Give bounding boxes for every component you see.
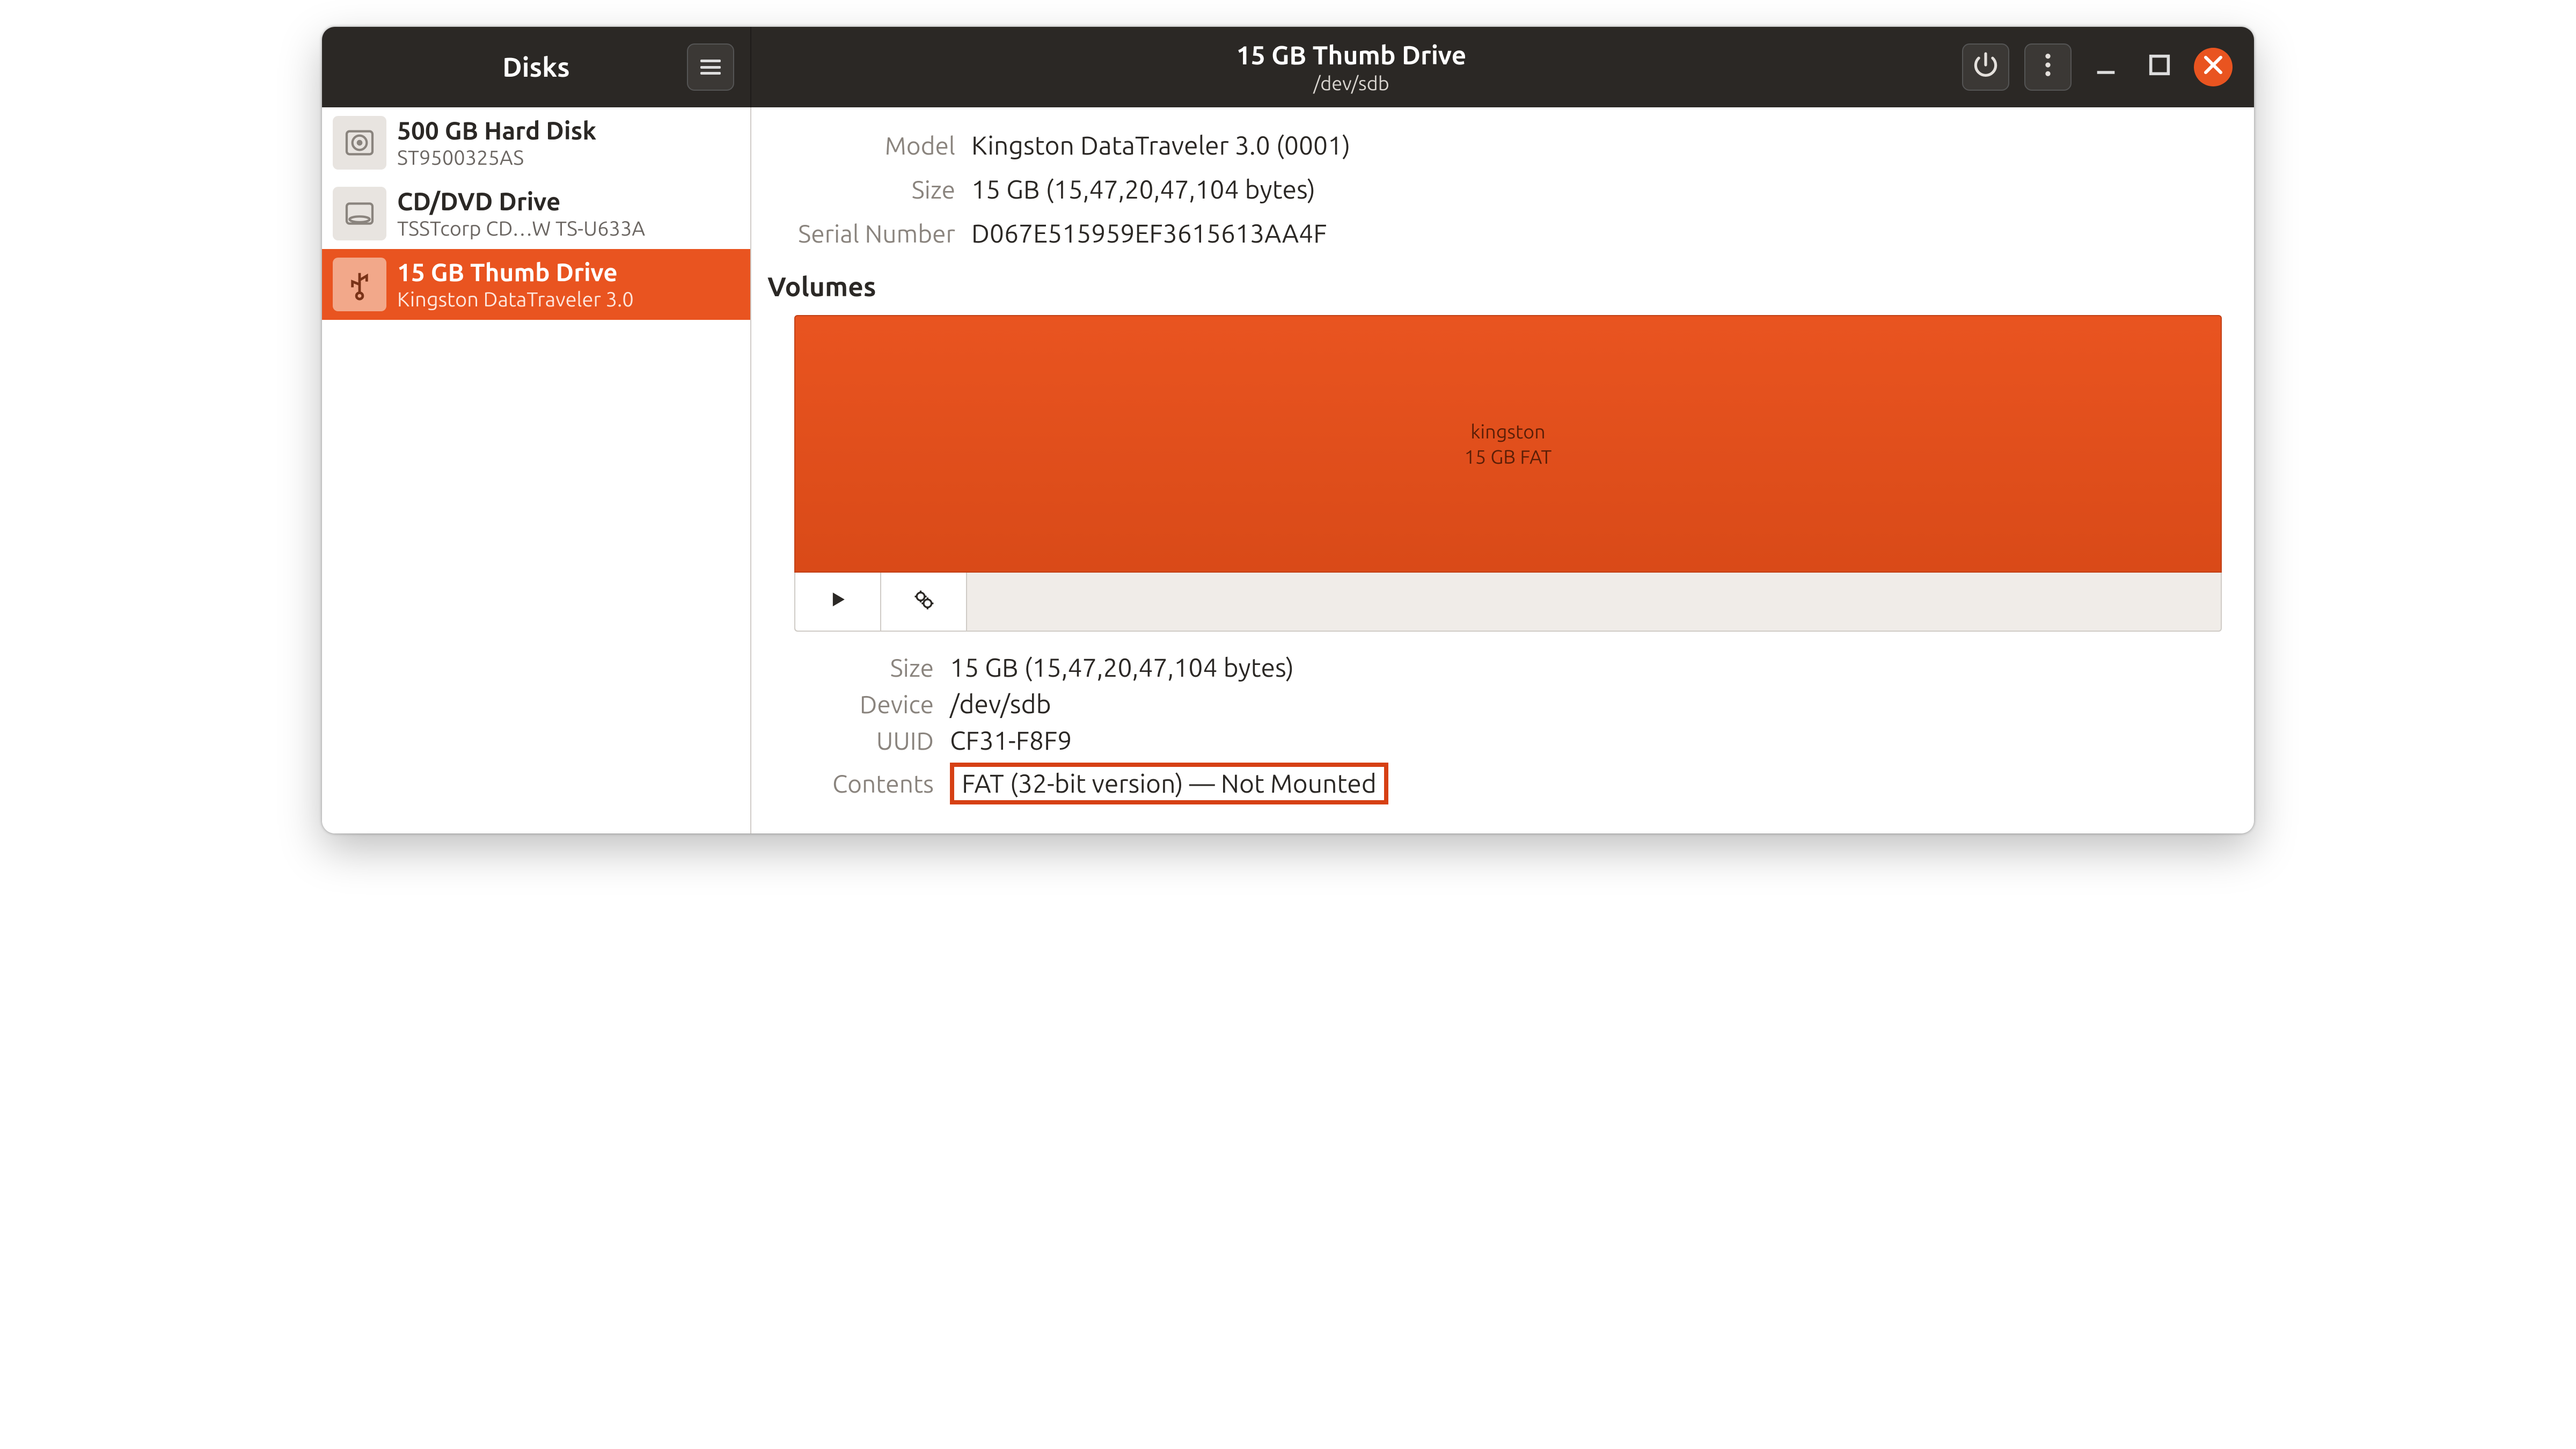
hamburger-menu-button[interactable] <box>687 43 734 91</box>
volumes-area: kingston 15 GB FAT <box>794 315 2222 812</box>
size-label: Size <box>762 175 955 203</box>
sidebar-item-hdd[interactable]: 500 GB Hard Disk ST9500325AS <box>322 107 750 178</box>
usb-icon <box>333 258 386 311</box>
titlebar-right <box>1951 27 2254 107</box>
sidebar: 500 GB Hard Disk ST9500325AS CD/DVD Driv… <box>322 107 751 833</box>
mount-button[interactable] <box>795 573 881 631</box>
hdd-icon <box>333 116 386 170</box>
serial-label: Serial Number <box>762 219 955 247</box>
model-value: Kingston DataTraveler 3.0 (0001) <box>971 131 1350 160</box>
main-panel: Model Kingston DataTraveler 3.0 (0001) S… <box>751 107 2254 833</box>
volume-toolbar <box>794 573 2222 632</box>
sidebar-item-label: 500 GB Hard Disk <box>397 116 596 144</box>
vol-contents-label: Contents <box>794 770 934 797</box>
drive-title: 15 GB Thumb Drive <box>1236 41 1467 70</box>
info-row-model: Model Kingston DataTraveler 3.0 (0001) <box>762 131 2222 160</box>
drive-path: /dev/sdb <box>1313 72 1389 94</box>
power-button[interactable] <box>1962 43 2009 91</box>
maximize-button[interactable] <box>2140 48 2179 86</box>
detail-row-contents: Contents FAT (32-bit version) — Not Moun… <box>794 763 2222 804</box>
volume-settings-button[interactable] <box>881 573 967 631</box>
titlebar-center: 15 GB Thumb Drive /dev/sdb <box>751 27 1951 107</box>
volume-details: Size 15 GB (15,47,20,47,104 bytes) Devic… <box>794 653 2222 804</box>
titlebar: Disks 15 GB Thumb Drive /dev/sdb <box>322 27 2254 107</box>
info-row-serial: Serial Number D067E515959EF3615613AA4F <box>762 219 2222 248</box>
disks-window: Disks 15 GB Thumb Drive /dev/sdb <box>322 27 2254 833</box>
serial-value: D067E515959EF3615613AA4F <box>971 219 1327 248</box>
sidebar-item-sub: TSSTcorp CD…W TS-U633A <box>397 217 645 240</box>
volume-partition[interactable]: kingston 15 GB FAT <box>794 315 2222 573</box>
minimize-button[interactable] <box>2087 48 2125 86</box>
drive-menu-button[interactable] <box>2024 43 2072 91</box>
sidebar-item-optical[interactable]: CD/DVD Drive TSSTcorp CD…W TS-U633A <box>322 178 750 249</box>
detail-row-device: Device /dev/sdb <box>794 690 2222 719</box>
detail-row-size: Size 15 GB (15,47,20,47,104 bytes) <box>794 653 2222 682</box>
close-icon <box>2198 50 2228 84</box>
sidebar-item-label: 15 GB Thumb Drive <box>397 258 634 286</box>
gear-icon <box>912 588 935 616</box>
sidebar-item-label: CD/DVD Drive <box>397 187 645 215</box>
vol-size-value: 15 GB (15,47,20,47,104 bytes) <box>950 653 1294 682</box>
info-row-size: Size 15 GB (15,47,20,47,104 bytes) <box>762 175 2222 204</box>
partition-name: kingston <box>1470 420 1546 442</box>
vol-device-value: /dev/sdb <box>950 690 1051 719</box>
app-title: Disks <box>502 52 570 82</box>
volumes-heading: Volumes <box>767 272 2222 302</box>
close-button[interactable] <box>2194 48 2233 86</box>
contents-highlight: FAT (32-bit version) — Not Mounted <box>950 763 1388 804</box>
vol-device-label: Device <box>794 690 934 718</box>
sidebar-item-thumbdrive[interactable]: 15 GB Thumb Drive Kingston DataTraveler … <box>322 249 750 320</box>
play-icon <box>826 588 850 616</box>
model-label: Model <box>762 131 955 159</box>
vol-size-label: Size <box>794 654 934 682</box>
vol-uuid-value: CF31-F8F9 <box>950 726 1072 755</box>
sidebar-item-sub: ST9500325AS <box>397 147 596 169</box>
kebab-icon <box>2033 50 2063 85</box>
minimize-icon <box>2091 50 2121 84</box>
size-value: 15 GB (15,47,20,47,104 bytes) <box>971 175 1315 204</box>
sidebar-item-sub: Kingston DataTraveler 3.0 <box>397 288 634 311</box>
optical-icon <box>333 187 386 240</box>
vol-uuid-label: UUID <box>794 727 934 755</box>
vol-contents-value: FAT (32-bit version) — Not Mounted <box>950 763 1388 804</box>
power-icon <box>1971 50 2001 85</box>
detail-row-uuid: UUID CF31-F8F9 <box>794 726 2222 755</box>
titlebar-left: Disks <box>322 27 751 107</box>
partition-desc: 15 GB FAT <box>1465 445 1552 467</box>
hamburger-icon <box>700 60 721 75</box>
content: 500 GB Hard Disk ST9500325AS CD/DVD Driv… <box>322 107 2254 833</box>
maximize-icon <box>2145 50 2175 84</box>
